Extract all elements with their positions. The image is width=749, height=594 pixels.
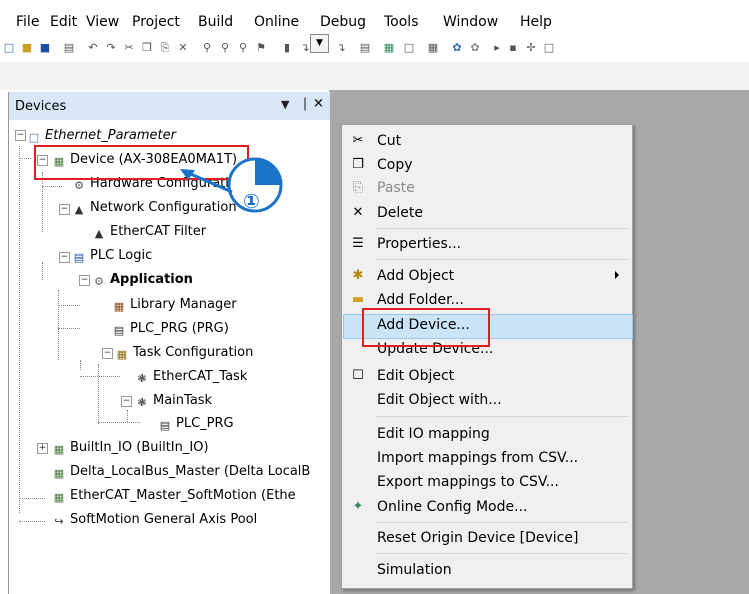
menu-item-label: Add Folder... bbox=[377, 292, 464, 308]
menu-item-label: Edit IO mapping bbox=[377, 426, 490, 442]
callout-1-quadrant bbox=[255, 159, 281, 185]
folder-icon: ▬ bbox=[351, 292, 365, 307]
submenu-arrow-icon bbox=[615, 271, 619, 279]
menu-item-import-csv[interactable]: Import mappings from CSV... bbox=[343, 447, 631, 470]
menu-item-label: Reset Origin Device [Device] bbox=[377, 530, 579, 546]
menu-item-label: Simulation bbox=[377, 562, 452, 578]
menu-item-cut[interactable]: ✂ Cut bbox=[343, 130, 631, 153]
menu-item-edit-object-with[interactable]: Edit Object with... bbox=[343, 389, 631, 412]
cut-icon: ✂ bbox=[352, 133, 364, 148]
menu-item-label: Delete bbox=[377, 205, 423, 221]
add-object-icon: ✱ bbox=[352, 268, 364, 283]
menu-item-export-csv[interactable]: Export mappings to CSV... bbox=[343, 471, 631, 494]
menu-item-reset-origin[interactable]: Reset Origin Device [Device] bbox=[343, 527, 631, 550]
menu-item-online-config[interactable]: ✦ Online Config Mode... bbox=[343, 496, 631, 519]
menu-item-label: Copy bbox=[377, 157, 413, 173]
menu-item-label: Properties... bbox=[377, 236, 462, 252]
menu-item-add-object[interactable]: ✱ Add Object bbox=[343, 265, 631, 288]
menu-item-delete[interactable]: ✕ Delete bbox=[343, 202, 631, 225]
menu-item-edit-object[interactable]: ☐ Edit Object bbox=[343, 365, 631, 388]
paste-icon: ⎘ bbox=[352, 180, 364, 195]
menu-item-label: Cut bbox=[377, 133, 402, 149]
menu-item-label: Edit Object bbox=[377, 368, 455, 384]
properties-icon: ☰ bbox=[352, 236, 364, 251]
menu-item-paste[interactable]: ⎘ Paste bbox=[343, 177, 631, 200]
delete-icon: ✕ bbox=[352, 205, 364, 220]
callout-1-number: ① bbox=[243, 189, 260, 213]
menu-item-edit-io-mapping[interactable]: Edit IO mapping bbox=[343, 423, 631, 446]
menu-item-simulation[interactable]: Simulation bbox=[343, 559, 631, 582]
menu-item-label: Import mappings from CSV... bbox=[377, 450, 579, 466]
menu-item-copy[interactable]: ❐ Copy bbox=[343, 154, 631, 177]
menu-item-label: Export mappings to CSV... bbox=[377, 474, 559, 490]
menu-item-label: Paste bbox=[377, 180, 415, 196]
online-config-icon: ✦ bbox=[352, 499, 364, 514]
add-device-highlight-box bbox=[362, 308, 490, 347]
edit-object-icon: ☐ bbox=[352, 368, 364, 383]
menu-item-label: Edit Object with... bbox=[377, 392, 502, 408]
callout-1-arrow bbox=[185, 170, 233, 194]
menu-item-label: Add Object bbox=[377, 268, 455, 284]
copy-icon: ❐ bbox=[352, 157, 364, 172]
context-menu: ✂ Cut ❐ Copy ⎘ Paste ✕ Delete ☰ Properti… bbox=[341, 124, 633, 589]
menu-item-label: Online Config Mode... bbox=[377, 499, 528, 515]
menu-item-properties[interactable]: ☰ Properties... bbox=[343, 233, 631, 256]
